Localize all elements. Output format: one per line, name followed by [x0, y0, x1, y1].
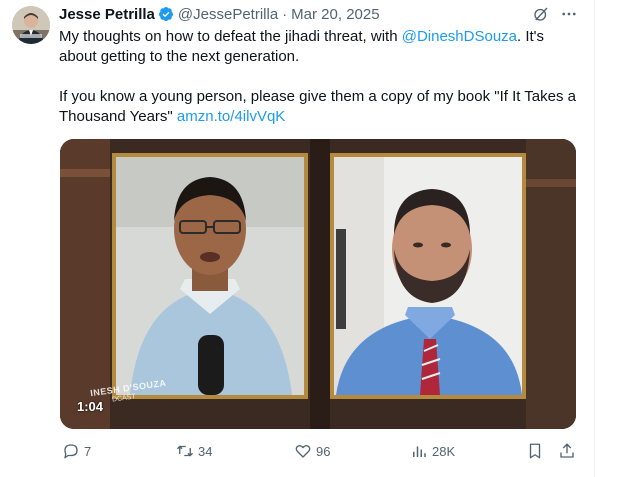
like-button[interactable]: 96 — [294, 442, 330, 460]
avatar[interactable] — [12, 6, 50, 44]
more-options-icon[interactable] — [560, 5, 578, 23]
tweet-text: My thoughts on how to defeat the jihadi … — [59, 27, 579, 127]
tweet-paragraph-1: My thoughts on how to defeat the jihadi … — [59, 27, 579, 67]
text-segment: My thoughts on how to defeat the jihadi … — [59, 28, 402, 45]
grok-icon[interactable] — [532, 5, 550, 23]
tweet-card[interactable]: Jesse Petrilla @JessePetrilla · Mar 20, … — [0, 0, 595, 477]
video-duration: 1:04 — [77, 399, 104, 414]
video-player[interactable]: INESH D'SOUZA DCAST 1:04 — [60, 139, 576, 429]
mention-link[interactable]: @DineshDSouza — [402, 28, 517, 45]
action-bar: 7 34 96 28K — [60, 442, 580, 462]
repost-icon — [177, 445, 193, 457]
view-count: 28K — [432, 443, 456, 459]
views-button[interactable]: 28K — [410, 442, 455, 460]
tweet-date[interactable]: Mar 20, 2025 — [291, 6, 379, 23]
text-segment: If you know a young person, please give … — [59, 88, 577, 125]
verified-badge-icon — [158, 6, 174, 22]
analytics-icon — [413, 446, 426, 457]
external-link[interactable]: amzn.to/4ilvVqK — [177, 108, 285, 125]
share-icon — [560, 443, 574, 458]
heart-icon — [295, 444, 311, 458]
display-name[interactable]: Jesse Petrilla — [59, 6, 155, 23]
reply-count: 7 — [84, 443, 92, 459]
separator-dot: · — [282, 5, 288, 23]
tweet-paragraph-2: If you know a young person, please give … — [59, 87, 579, 127]
reply-icon — [64, 444, 78, 459]
reply-button[interactable]: 7 — [62, 442, 91, 460]
repost-count: 34 — [198, 443, 213, 459]
share-button[interactable] — [558, 442, 580, 460]
repost-button[interactable]: 34 — [176, 442, 212, 460]
like-count: 96 — [316, 443, 331, 459]
bookmark-icon — [529, 443, 541, 459]
handle[interactable]: @JessePetrilla — [178, 6, 278, 23]
tweet-header: Jesse Petrilla @JessePetrilla · Mar 20, … — [59, 4, 380, 24]
bookmark-button[interactable] — [526, 442, 548, 460]
